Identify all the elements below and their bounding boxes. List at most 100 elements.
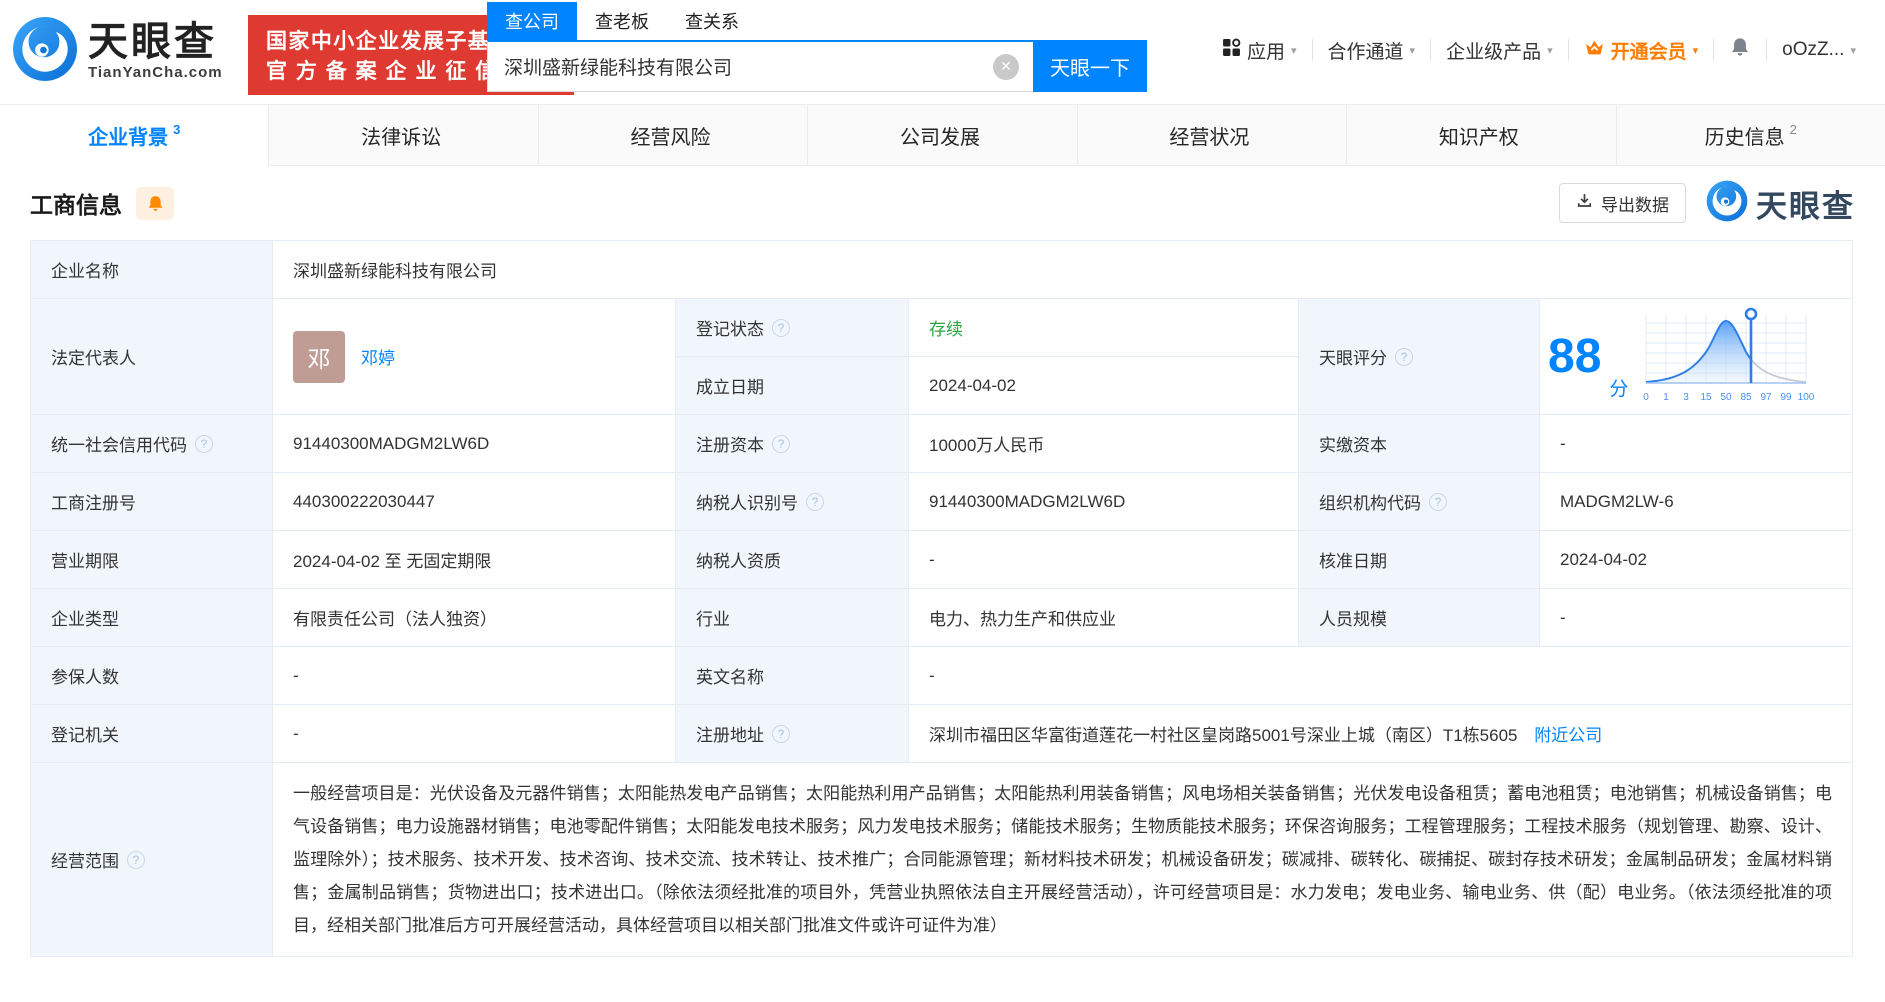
help-icon[interactable]: ? xyxy=(772,724,790,743)
tab-legal-proceedings[interactable]: 法律诉讼 xyxy=(268,105,538,166)
field-value: 2024-04-02 至 无固定期限 xyxy=(272,530,676,589)
section-title: 工商信息 xyxy=(30,192,122,218)
chevron-down-icon: ▾ xyxy=(1547,44,1553,57)
table-row: 参保人数 - 英文名称 - xyxy=(30,646,1853,705)
search-widget: 查公司 查老板 查关系 ✕ 天眼一下 xyxy=(487,2,1147,92)
monitor-bell-button[interactable] xyxy=(136,186,174,220)
search-tab-company[interactable]: 查公司 xyxy=(487,2,577,40)
help-icon[interactable]: ? xyxy=(127,850,145,869)
nav-enterprise-products[interactable]: 企业级产品 ▾ xyxy=(1431,37,1568,64)
brand-name: 天眼查 xyxy=(88,20,217,64)
field-label: 企业名称 xyxy=(30,240,273,299)
tab-company-background[interactable]: 企业背景 3 xyxy=(0,105,269,166)
table-row: 工商注册号 440300222030447 纳税人识别号 ? 91440300M… xyxy=(30,472,1853,531)
nearby-companies-link[interactable]: 附近公司 xyxy=(1534,726,1602,745)
score-value: 88 xyxy=(1548,329,1602,383)
search-tabs: 查公司 查老板 查关系 xyxy=(487,2,1147,40)
field-value: 2024-04-02 xyxy=(1539,530,1853,589)
tab-operating-risk[interactable]: 经营风险 xyxy=(537,105,808,166)
field-label: 统一社会信用代码 ? xyxy=(30,414,273,473)
business-info-section-head: 工商信息 导出数据 天眼查 xyxy=(0,166,1885,240)
field-value: 2024-04-02 xyxy=(908,356,1299,415)
field-label: 纳税人识别号 ? xyxy=(675,472,909,531)
score-cell: 88 分 0 1 3 15 50 85 97 99 100 xyxy=(1539,298,1853,415)
company-page-tabs: 企业背景 3 法律诉讼 经营风险 公司发展 经营状况 知识产权 历史信息 2 xyxy=(0,104,1885,166)
field-value: 440300222030447 xyxy=(272,472,676,531)
legal-rep-avatar[interactable]: 邓 xyxy=(293,330,345,383)
help-icon[interactable]: ? xyxy=(772,318,790,337)
table-row: 登记机关 - 注册地址 ? 深圳市福田区华富街道莲花一村社区皇岗路5001号深业… xyxy=(30,704,1853,763)
search-input[interactable] xyxy=(488,42,993,91)
field-value: - xyxy=(908,530,1299,589)
field-value: - xyxy=(1539,588,1853,647)
search-tab-relation[interactable]: 查关系 xyxy=(667,2,757,40)
search-button[interactable]: 天眼一下 xyxy=(1033,40,1147,92)
table-row: 法定代表人 邓 邓婷 登记状态 ? 存续 天眼评分 ? 88 分 0 1 3 1… xyxy=(30,298,1853,415)
table-row: 经营范围 ? 一般经营项目是：光伏设备及元器件销售；太阳能热发电产品销售；太阳能… xyxy=(30,762,1853,957)
field-value: - xyxy=(1539,414,1853,473)
apps-grid-icon xyxy=(1222,38,1241,63)
tab-history-info[interactable]: 历史信息 2 xyxy=(1615,105,1885,166)
nav-notifications[interactable] xyxy=(1714,36,1766,64)
field-label: 英文名称 xyxy=(675,646,909,705)
header: 天眼查 TianYanCha.com 国家中小企业发展子基金旗下 官方备案企业征… xyxy=(0,0,1885,104)
help-icon[interactable]: ? xyxy=(806,492,824,511)
nav-vip-upgrade[interactable]: 开通会员 ▾ xyxy=(1569,37,1714,64)
address-text: 深圳市福田区华富街道莲花一村社区皇岗路5001号深业上城（南区）T1栋5605 xyxy=(929,726,1518,745)
svg-text:99: 99 xyxy=(1781,392,1793,403)
field-value: - xyxy=(272,704,676,763)
nav-user-menu[interactable]: oOzZ... ▾ xyxy=(1767,39,1871,61)
help-icon[interactable]: ? xyxy=(772,434,790,453)
tianyancha-logo[interactable]: 天眼查 TianYanCha.com xyxy=(12,16,223,87)
help-icon[interactable]: ? xyxy=(195,434,213,453)
tab-intellectual-property[interactable]: 知识产权 xyxy=(1346,105,1616,166)
field-label: 行业 xyxy=(675,588,909,647)
logo-swirl-icon xyxy=(1706,180,1748,227)
username: oOzZ... xyxy=(1782,39,1845,60)
chevron-down-icon: ▾ xyxy=(1850,44,1856,57)
score-unit: 分 xyxy=(1609,378,1629,400)
field-label: 登记状态 ? xyxy=(675,298,909,357)
tab-operating-status[interactable]: 经营状况 xyxy=(1076,105,1347,166)
svg-text:50: 50 xyxy=(1721,392,1733,403)
svg-text:1: 1 xyxy=(1664,392,1670,403)
tianyancha-watermark-logo: 天眼查 xyxy=(1706,180,1855,227)
field-label: 组织机构代码 ? xyxy=(1298,472,1540,531)
table-row: 企业名称 深圳盛新绿能科技有限公司 xyxy=(30,240,1853,299)
tab-company-development[interactable]: 公司发展 xyxy=(807,105,1077,166)
nav-partner[interactable]: 合作通道 ▾ xyxy=(1313,37,1431,64)
field-label: 核准日期 xyxy=(1298,530,1540,589)
field-label: 法定代表人 xyxy=(30,298,273,415)
help-icon[interactable]: ? xyxy=(1429,492,1447,511)
field-label: 企业类型 xyxy=(30,588,273,647)
svg-text:100: 100 xyxy=(1798,392,1815,403)
field-value: - xyxy=(908,646,1853,705)
export-data-button[interactable]: 导出数据 xyxy=(1559,183,1686,223)
search-tab-boss[interactable]: 查老板 xyxy=(577,2,667,40)
field-label: 成立日期 xyxy=(675,356,909,415)
field-value: MADGM2LW-6 xyxy=(1539,472,1853,531)
field-label: 登记机关 xyxy=(30,704,273,763)
field-value: 电力、热力生产和供应业 xyxy=(908,588,1299,647)
field-value: 91440300MADGM2LW6D xyxy=(908,472,1299,531)
help-icon[interactable]: ? xyxy=(1395,347,1413,366)
field-value: 10000万人民币 xyxy=(908,414,1299,473)
table-row: 统一社会信用代码 ? 91440300MADGM2LW6D 注册资本 ? 100… xyxy=(30,414,1853,473)
field-label: 注册资本 ? xyxy=(675,414,909,473)
registered-address-cell: 深圳市福田区华富街道莲花一村社区皇岗路5001号深业上城（南区）T1栋5605 … xyxy=(908,704,1853,763)
table-row: 营业期限 2024-04-02 至 无固定期限 纳税人资质 - 核准日期 202… xyxy=(30,530,1853,589)
chevron-down-icon: ▾ xyxy=(1409,44,1416,57)
legal-rep-link[interactable]: 邓婷 xyxy=(361,344,395,369)
field-label: 天眼评分 ? xyxy=(1298,298,1540,415)
field-label: 经营范围 ? xyxy=(30,762,273,957)
svg-text:3: 3 xyxy=(1684,392,1690,403)
field-label: 实缴资本 xyxy=(1298,414,1540,473)
clear-search-icon[interactable]: ✕ xyxy=(993,53,1019,80)
bell-icon xyxy=(148,195,162,211)
legal-rep-cell: 邓 邓婷 xyxy=(272,298,676,415)
svg-text:15: 15 xyxy=(1701,392,1713,403)
field-label: 纳税人资质 xyxy=(675,530,909,589)
nav-apps[interactable]: 应用 ▾ xyxy=(1207,37,1312,64)
svg-text:97: 97 xyxy=(1761,392,1773,403)
search-box: ✕ 天眼一下 xyxy=(487,40,1147,92)
